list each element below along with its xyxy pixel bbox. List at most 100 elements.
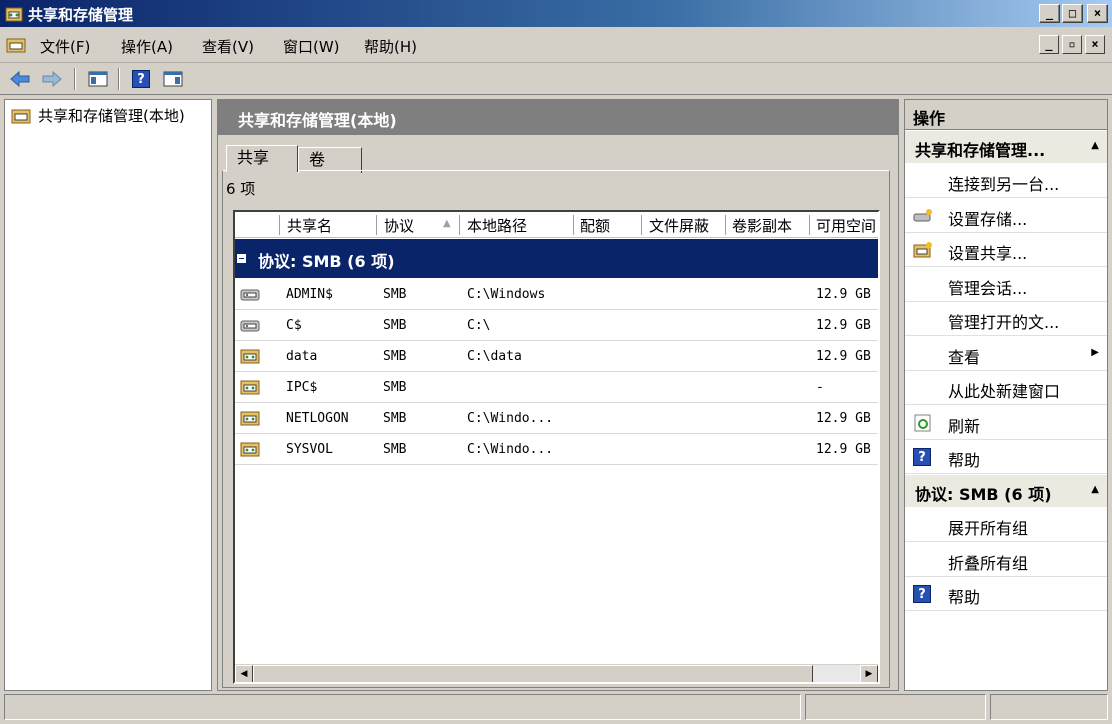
action-section-storage[interactable]: 共享和存储管理... ▲ [905,131,1107,163]
cell-share-name: ADMIN$ [286,287,333,302]
action-manage-sessions[interactable]: 管理会话... [905,268,1107,302]
minimize-button[interactable]: _ [1039,4,1060,23]
cell-protocol: SMB [383,287,407,302]
tab-shares-label: 共享 [237,148,270,167]
action-manage-open-files[interactable]: 管理打开的文... [905,302,1107,336]
forward-arrow-icon [42,71,62,87]
share-storage-node-icon [11,109,31,124]
maximize-button[interactable]: □ [1062,4,1083,23]
tab-shares[interactable]: 共享 [226,145,298,172]
group-header-row[interactable]: 协议: SMB (6 项) [235,239,878,278]
close-button[interactable]: × [1087,4,1108,23]
mdi-close-button[interactable]: × [1085,35,1105,54]
group-label: 协议: SMB (6 项) [258,252,395,271]
forward-button[interactable] [40,68,64,90]
admin-share-icon [240,286,260,302]
tree-node-root[interactable]: 共享和存储管理(本地) [38,105,185,126]
shares-grid: 共享名 协议 ▲ 本地路径 配额 文件屏蔽 卷影副本 可用空间 协议: SMB … [233,210,880,684]
cell-share-name: NETLOGON [286,411,349,426]
cell-free-space: 12.9 GB [816,318,871,333]
action-label: 刷新 [948,416,981,436]
action-section-title: 协议: SMB (6 项) [915,485,1052,504]
table-row[interactable]: NETLOGON SMB C:\Windo... 12.9 GB [235,403,878,434]
action-help[interactable]: ? 帮助 [905,440,1107,474]
back-arrow-icon [10,71,30,87]
share-storage-app-icon [5,7,23,22]
collapse-up-icon[interactable]: ▲ [1091,484,1099,495]
cell-protocol: SMB [383,318,407,333]
horizontal-scrollbar[interactable]: ◀ ▶ [235,664,878,682]
help-icon: ? [913,585,933,603]
menu-file[interactable]: 文件(F) [40,36,90,57]
system-menu-icon[interactable] [6,36,26,54]
column-separator [725,215,726,235]
cell-protocol: SMB [383,411,407,426]
collapse-group-icon[interactable] [237,254,246,263]
col-protocol[interactable]: 协议 [384,215,414,236]
mdi-minimize-button[interactable]: _ [1039,35,1059,54]
cell-local-path: C:\Windo... [467,411,554,426]
cell-free-space: 12.9 GB [816,442,871,457]
help-toolbar-button[interactable]: ? [129,68,153,90]
action-provision-storage[interactable]: 设置存储... [905,199,1107,233]
scroll-thumb[interactable] [253,665,813,682]
back-button[interactable] [8,68,32,90]
cell-local-path: C:\Windows [467,287,546,302]
table-row[interactable]: SYSVOL SMB C:\Windo... 12.9 GB [235,434,878,465]
action-view[interactable]: 查看 ▶ [905,337,1107,371]
mdi-restore-button[interactable]: ▫ [1062,35,1082,54]
toolbar: ? [0,63,1112,95]
item-count: 6 项 [226,180,256,198]
cell-free-space: 12.9 GB [816,349,871,364]
col-file-screen[interactable]: 文件屏蔽 [649,215,709,236]
status-panel [4,694,801,720]
col-shadow-copy[interactable]: 卷影副本 [732,215,792,236]
action-new-window[interactable]: 从此处新建窗口 [905,371,1107,405]
scroll-left-button[interactable]: ◀ [235,665,253,682]
action-collapse-all-groups[interactable]: 折叠所有组 [905,543,1107,577]
window-title: 共享和存储管理 [28,6,134,24]
action-refresh[interactable]: 刷新 [905,406,1107,440]
action-label: 管理打开的文... [948,313,1060,332]
col-share-name[interactable]: 共享名 [287,215,332,236]
help-icon: ? [132,70,150,88]
action-section-title: 共享和存储管理... [915,141,1046,160]
menu-bar: 文件(F) 操作(A) 查看(V) 窗口(W) 帮助(H) _ ▫ × [0,27,1112,63]
scroll-right-button[interactable]: ▶ [860,665,878,682]
status-bar [0,694,1112,724]
table-row[interactable]: C$ SMB C:\ 12.9 GB [235,310,878,341]
action-label: 设置存储... [948,209,1028,229]
action-label: 连接到另一台... [948,175,1060,194]
col-quota[interactable]: 配额 [580,215,610,236]
share-folder-icon [240,410,260,426]
action-label: 管理会话... [948,278,1028,298]
cell-protocol: SMB [383,380,407,395]
action-section-protocol[interactable]: 协议: SMB (6 项) ▲ [905,475,1107,507]
menu-window[interactable]: 窗口(W) [283,36,340,57]
column-separator [459,215,460,235]
action-provision-share[interactable]: 设置共享... [905,233,1107,267]
show-hide-action-pane-button[interactable] [161,68,185,90]
action-help[interactable]: ? 帮助 [905,577,1107,611]
menu-action[interactable]: 操作(A) [121,36,173,57]
center-header-title: 共享和存储管理(本地) [238,111,397,130]
share-folder-icon [240,348,260,364]
menu-help[interactable]: 帮助(H) [364,36,417,57]
col-free-space[interactable]: 可用空间 [816,215,876,236]
console-tree-icon [88,71,108,87]
action-pane-icon [163,71,183,87]
table-row[interactable]: data SMB C:\data 12.9 GB [235,341,878,372]
show-hide-tree-button[interactable] [86,68,110,90]
action-connect-other[interactable]: 连接到另一台... [905,164,1107,198]
table-row[interactable]: IPC$ SMB - [235,372,878,403]
table-row[interactable]: ADMIN$ SMB C:\Windows 12.9 GB [235,279,878,310]
storage-disk-icon [913,208,932,221]
action-expand-all-groups[interactable]: 展开所有组 [905,508,1107,542]
menu-view[interactable]: 查看(V) [202,36,254,57]
collapse-up-icon[interactable]: ▲ [1091,140,1099,151]
sort-ascending-icon: ▲ [443,218,451,229]
col-local-path[interactable]: 本地路径 [467,215,527,236]
grid-header: 共享名 协议 ▲ 本地路径 配额 文件屏蔽 卷影副本 可用空间 [235,212,878,238]
center-pane: 共享和存储管理(本地) 共享 卷 6 项 共享名 协议 ▲ 本地路径 配额 文件… [217,99,899,691]
cell-protocol: SMB [383,349,407,364]
